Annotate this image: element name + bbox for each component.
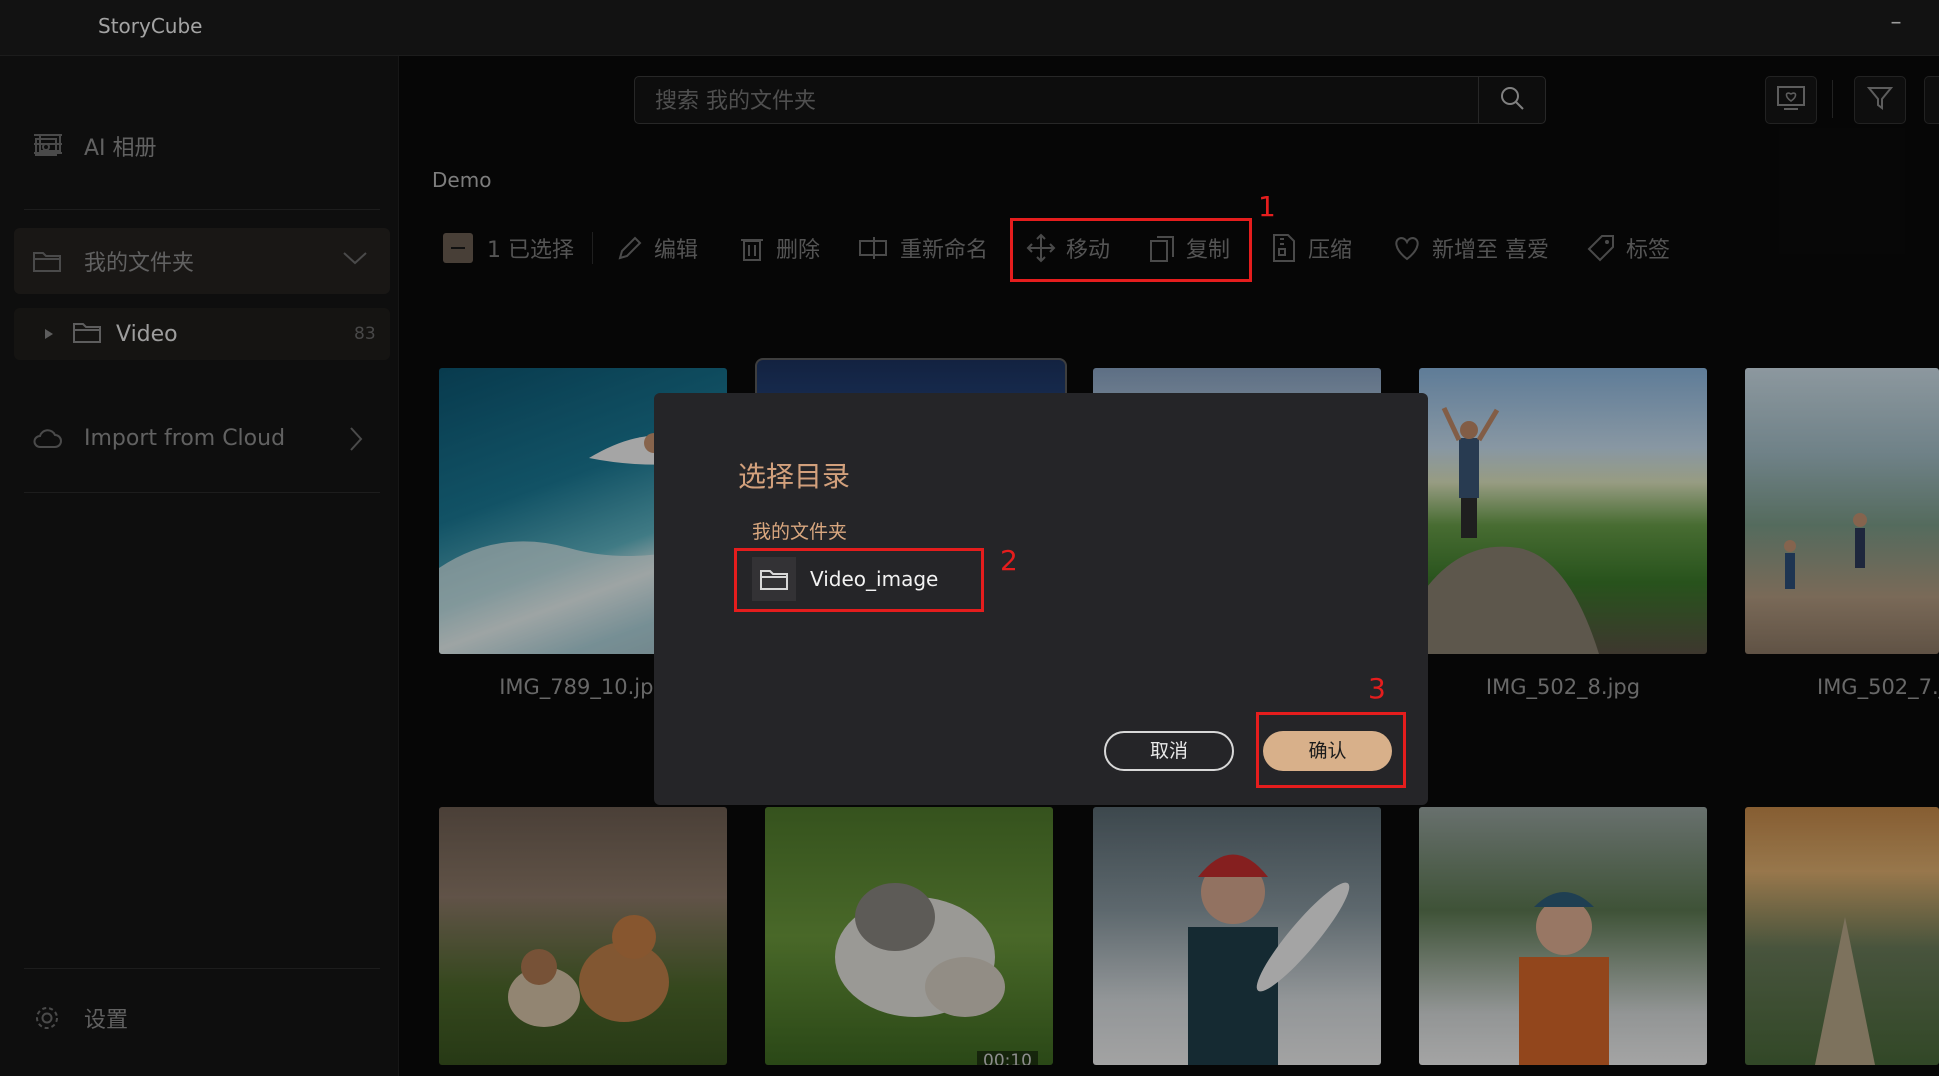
- annotation-label-3: 3: [1368, 672, 1386, 705]
- annotation-box-3: [1256, 712, 1406, 788]
- annotation-box-1: [1010, 218, 1252, 282]
- dialog-title: 选择目录: [738, 460, 851, 493]
- annotation-label-1: 1: [1258, 190, 1276, 223]
- directory-root[interactable]: 我的文件夹: [752, 517, 847, 544]
- annotation-box-2: [734, 548, 984, 612]
- cancel-button[interactable]: 取消: [1104, 731, 1234, 771]
- annotation-label-2: 2: [1000, 544, 1018, 577]
